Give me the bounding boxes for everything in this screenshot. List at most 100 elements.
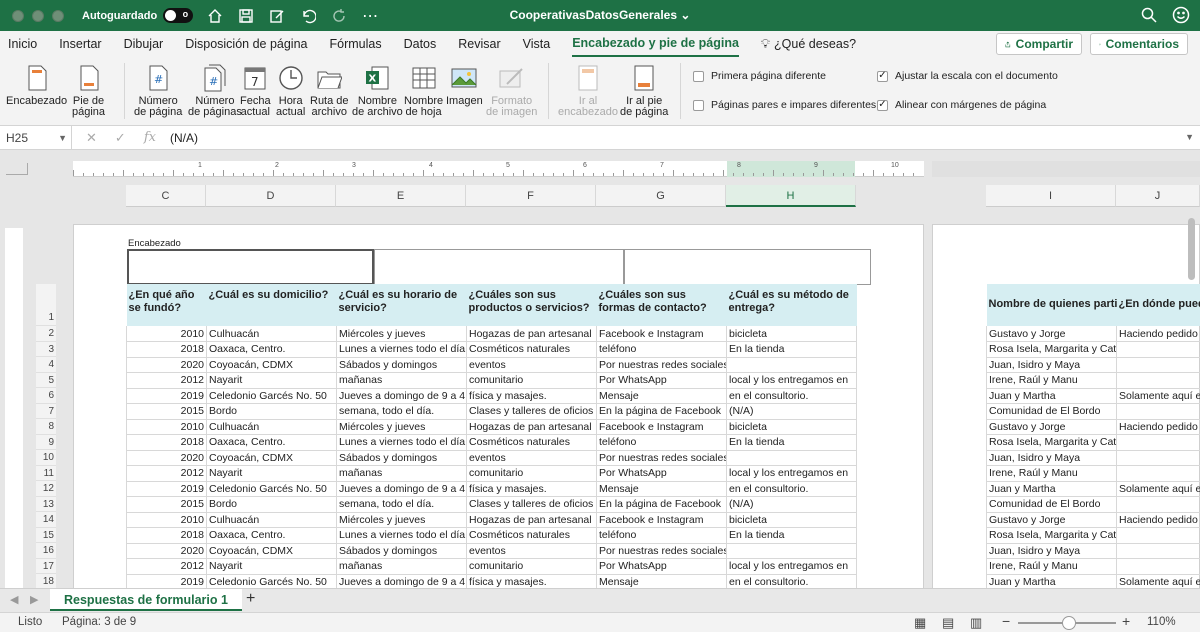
table-cell[interactable]: Irene, Raúl y Manu (986, 372, 1117, 389)
table-cell[interactable]: Miércoles y jueves (336, 419, 467, 435)
row-header[interactable]: 14 (36, 512, 56, 528)
column-header-g[interactable]: G (596, 185, 726, 207)
table-cell[interactable] (1116, 434, 1200, 451)
table-cell[interactable]: Por nuestras redes sociales (596, 543, 727, 559)
table-cell[interactable]: local y los entregamos en (726, 372, 857, 389)
tab-revisar[interactable]: Revisar (458, 32, 500, 56)
row-header[interactable]: 12 (36, 481, 56, 497)
table-cell[interactable]: Jueves a domingo de 9 a 4 (336, 388, 467, 404)
header-cell[interactable]: ¿En dónde pued (1116, 284, 1200, 326)
header-center-section[interactable] (374, 249, 624, 285)
table-cell[interactable]: Cosméticos naturales (466, 341, 597, 358)
table-cell[interactable]: Celedonio Garcés No. 50 (206, 574, 337, 588)
table-cell[interactable]: 2012 (126, 372, 207, 389)
table-cell[interactable]: Coyoacán, CDMX (206, 357, 337, 373)
table-cell[interactable]: Cosméticos naturales (466, 434, 597, 451)
table-cell[interactable]: local y los entregamos en (726, 558, 857, 575)
normal-view-icon[interactable]: ▦ (914, 613, 926, 632)
row-header[interactable]: 9 (36, 434, 56, 450)
table-cell[interactable]: Bordo (206, 496, 337, 513)
table-cell[interactable]: 2020 (126, 543, 207, 559)
table-cell[interactable]: bicicleta (726, 512, 857, 528)
table-cell[interactable]: comunitario (466, 558, 597, 575)
select-all-corner[interactable] (6, 163, 28, 175)
header-cell[interactable]: ¿Cuál es su horario de servicio? (336, 284, 467, 326)
table-cell[interactable] (1116, 558, 1200, 575)
table-cell[interactable]: En la página de Facebook (596, 403, 727, 420)
table-cell[interactable]: Lunes a viernes todo el día (336, 434, 467, 451)
column-header-c[interactable]: C (126, 185, 206, 207)
table-cell[interactable]: Juan, Isidro y Maya (986, 543, 1117, 559)
tab-dibujar[interactable]: Dibujar (124, 32, 164, 56)
table-cell[interactable]: teléfono (596, 341, 727, 358)
table-cell[interactable]: Gustavo y Jorge (986, 512, 1117, 528)
table-cell[interactable]: 2019 (126, 481, 207, 497)
column-header-d[interactable]: D (206, 185, 336, 207)
table-cell[interactable]: Solamente aquí en (1116, 481, 1200, 497)
header-cell[interactable]: ¿Cuáles son sus formas de contacto? (596, 284, 727, 326)
table-cell[interactable]: Nayarit (206, 558, 337, 575)
chevron-down-icon[interactable]: ▼ (58, 126, 67, 150)
table-cell[interactable]: Facebook e Instagram (596, 326, 727, 342)
sheet-area[interactable]: 1 2 3 4 5 6 7 8 9 10 C D E F G H I J Encabezado 1… (0, 151, 1200, 588)
table-cell[interactable]: Clases y talleres de oficios (466, 403, 597, 420)
table-cell[interactable]: Mensaje (596, 574, 727, 588)
header-cell[interactable]: ¿Cuáles son sus productos o servicios? (466, 284, 597, 326)
table-cell[interactable]: Rosa Isela, Margarita y Catalina (986, 527, 1117, 544)
table-cell[interactable] (1116, 465, 1200, 482)
table-cell[interactable]: Mensaje (596, 481, 727, 497)
document-title[interactable]: CooperativasDatosGenerales (510, 8, 677, 22)
table-cell[interactable] (726, 543, 857, 559)
scale-with-document-checkbox[interactable]: ✓ Ajustar la escala con el documento (877, 70, 1058, 82)
go-to-header-button[interactable]: Ir al encabezado (558, 63, 618, 118)
table-cell[interactable] (1116, 357, 1200, 373)
table-cell[interactable]: Facebook e Instagram (596, 512, 727, 528)
table-cell[interactable]: Oaxaca, Centro. (206, 341, 337, 358)
header-cell[interactable]: ¿En qué año se fundó? (126, 284, 207, 326)
header-right-section[interactable] (624, 249, 871, 285)
close-window-button[interactable] (12, 9, 24, 22)
enter-icon[interactable]: ✓ (115, 130, 126, 146)
column-header-h[interactable]: H (726, 185, 856, 207)
table-cell[interactable]: En la tienda (726, 434, 857, 451)
row-header[interactable]: 16 (36, 543, 56, 559)
table-cell[interactable]: Hogazas de pan artesanal (466, 419, 597, 435)
next-sheet-icon[interactable]: ▶ (30, 593, 38, 606)
table-cell[interactable]: bicicleta (726, 326, 857, 342)
table-cell[interactable]: Comunidad de El Bordo (986, 496, 1117, 513)
table-cell[interactable]: Comunidad de El Bordo (986, 403, 1117, 420)
autosave-toggle[interactable]: o (163, 8, 194, 23)
zoom-out-button[interactable]: − (1002, 612, 1010, 631)
vertical-scrollbar[interactable] (1188, 218, 1195, 280)
page-break-view-icon[interactable]: ▥ (970, 613, 982, 632)
header-cell[interactable]: ¿Cuál es su método de entrega? (726, 284, 857, 326)
table-cell[interactable]: Por nuestras redes sociales (596, 357, 727, 373)
table-cell[interactable]: 2010 (126, 419, 207, 435)
expand-formula-icon[interactable]: ▼ (1185, 132, 1194, 142)
column-header-j[interactable]: J (1116, 185, 1200, 207)
page-layout-view-icon[interactable]: ▤ (942, 613, 954, 632)
tab-inicio[interactable]: Inicio (8, 32, 37, 56)
row-header[interactable]: 6 (36, 388, 56, 404)
zoom-level[interactable]: 110% (1147, 613, 1176, 632)
current-date-button[interactable]: 7 Fecha actual (240, 63, 271, 118)
prev-sheet-icon[interactable]: ◀ (10, 593, 18, 606)
row-header[interactable]: 17 (36, 558, 56, 574)
table-cell[interactable]: local y los entregamos en (726, 465, 857, 482)
table-cell[interactable]: Juan y Martha (986, 574, 1117, 588)
table-cell[interactable]: En la tienda (726, 527, 857, 544)
table-cell[interactable]: comunitario (466, 372, 597, 389)
align-with-margins-checkbox[interactable]: ✓ Alinear con márgenes de página (877, 99, 1046, 111)
table-cell[interactable]: Sábados y domingos (336, 450, 467, 466)
table-cell[interactable]: Culhuacán (206, 326, 337, 342)
table-cell[interactable]: Oaxaca, Centro. (206, 527, 337, 544)
table-cell[interactable]: Irene, Raúl y Manu (986, 558, 1117, 575)
more-icon[interactable]: ⋯ (361, 7, 379, 25)
table-cell[interactable]: Juan y Martha (986, 388, 1117, 404)
table-cell[interactable]: eventos (466, 450, 597, 466)
table-cell[interactable]: Juan y Martha (986, 481, 1117, 497)
table-cell[interactable]: en el consultorio. (726, 481, 857, 497)
table-cell[interactable]: Oaxaca, Centro. (206, 434, 337, 451)
table-cell[interactable]: Por nuestras redes sociales (596, 450, 727, 466)
table-cell[interactable]: teléfono (596, 527, 727, 544)
